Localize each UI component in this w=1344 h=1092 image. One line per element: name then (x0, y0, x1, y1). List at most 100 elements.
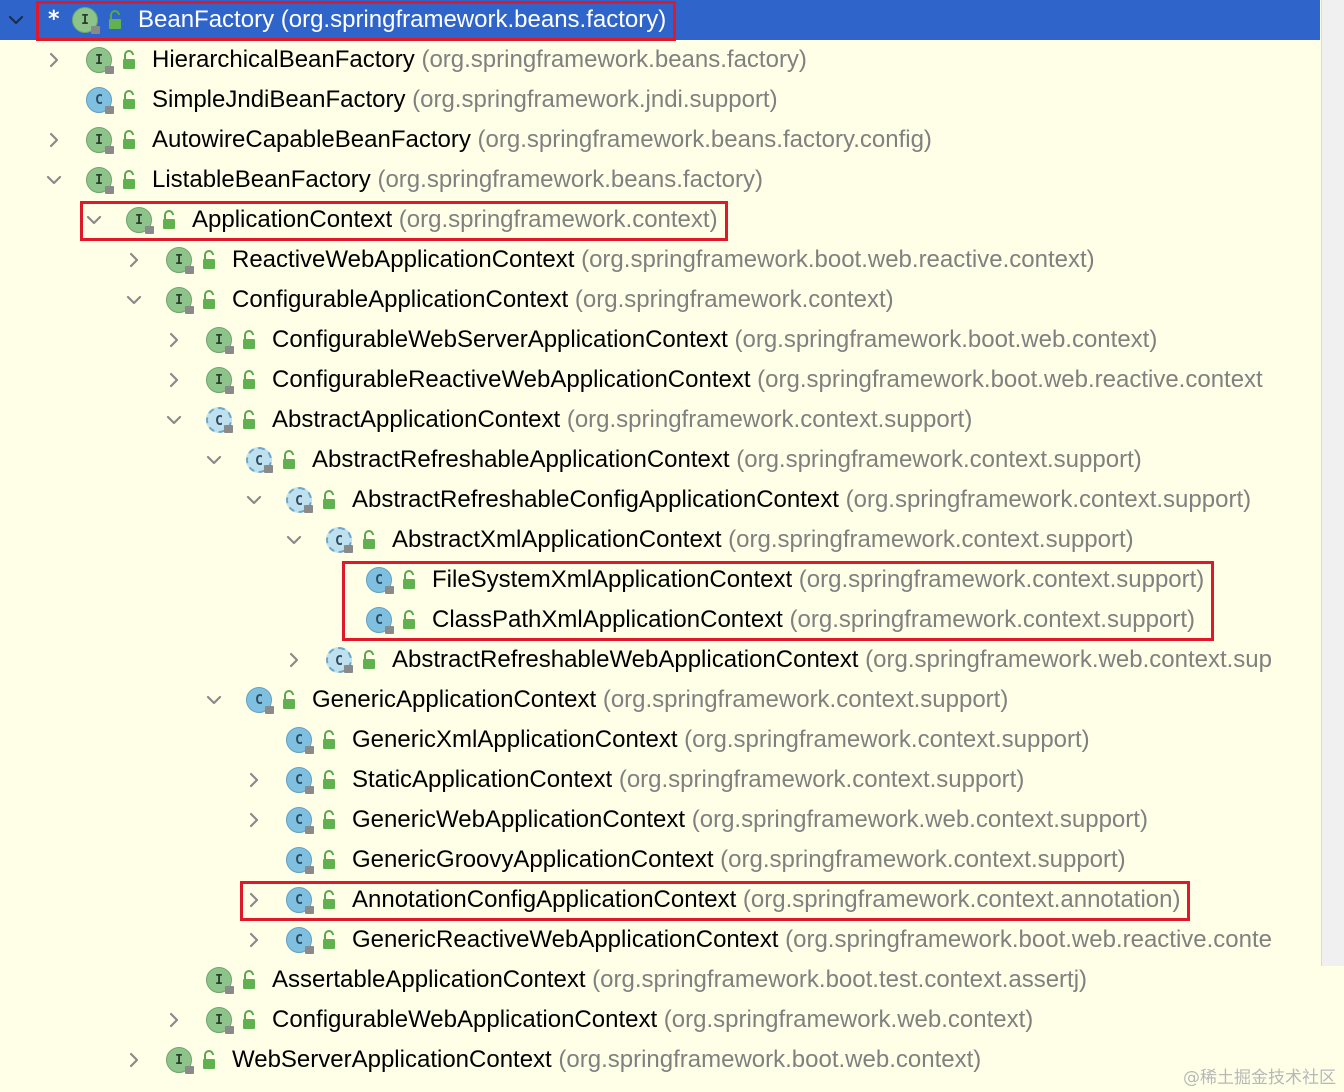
class-name: AutowireCapableBeanFactory (152, 126, 471, 153)
package-name: (org.springframework.boot.web.context) (551, 1046, 982, 1073)
public-lock-icon (162, 210, 176, 230)
chevron-right-icon[interactable] (166, 372, 182, 388)
package-name: (org.springframework.beans.factory.confi… (470, 126, 932, 153)
chevron-right-icon[interactable] (46, 132, 62, 148)
abstract-class-icon: C (206, 407, 233, 433)
package-name: (org.springframework.web.context.support… (685, 806, 1148, 833)
tree-node[interactable]: C GenericReactiveWebApplicationContext (o… (0, 920, 1320, 960)
tree-node[interactable]: C AbstractRefreshableWebApplicationContex… (0, 640, 1320, 680)
tree-node[interactable]: C GenericApplicationContext (org.springfr… (0, 680, 1320, 720)
class-name: AbstractApplicationContext (272, 406, 561, 433)
node-label: AbstractRefreshableConfigApplicationCont… (352, 480, 1251, 520)
class-icon: C (366, 567, 394, 594)
node-label: AbstractRefreshableApplicationContext (o… (312, 440, 1142, 480)
tree-node[interactable]: I ReactiveWebApplicationContext (org.spri… (0, 240, 1320, 280)
chevron-down-icon[interactable] (246, 492, 262, 508)
public-lock-icon (122, 50, 136, 70)
tree-node[interactable]: C AbstractRefreshableConfigApplicationCon… (0, 480, 1320, 520)
node-label: AbstractXmlApplicationContext (org.sprin… (392, 520, 1134, 560)
public-lock-icon (242, 410, 256, 430)
class-icon: C (246, 687, 274, 714)
tree-node[interactable]: C AbstractRefreshableApplicationContext (… (0, 440, 1320, 480)
class-name: ConfigurableReactiveWebApplicationContex… (272, 366, 751, 393)
chevron-right-icon[interactable] (246, 772, 262, 788)
package-name: (org.springframework.context.support) (792, 566, 1205, 593)
chevron-right-icon[interactable] (246, 812, 262, 828)
chevron-right-icon[interactable] (166, 332, 182, 348)
chevron-down-icon[interactable] (286, 532, 302, 548)
abstract-class-icon: C (246, 447, 273, 473)
tree-node[interactable]: C GenericWebApplicationContext (org.sprin… (0, 800, 1320, 840)
tree-node[interactable]: I AutowireCapableBeanFactory (org.springf… (0, 120, 1320, 160)
tree-node[interactable]: I ConfigurableWebServerApplicationContext… (0, 320, 1320, 360)
chevron-right-icon[interactable] (246, 892, 262, 908)
node-label: AnnotationConfigApplicationContext (org.… (352, 880, 1180, 920)
tree-node[interactable]: I ConfigurableApplicationContext (org.spr… (0, 280, 1320, 320)
chevron-down-icon[interactable] (8, 12, 24, 28)
package-name: (org.springframework.context.annotation) (736, 886, 1181, 913)
tree-node[interactable]: I ConfigurableWebApplicationContext (org.… (0, 1000, 1320, 1040)
class-name: ConfigurableApplicationContext (232, 286, 569, 313)
vertical-scrollbar[interactable] (1321, 0, 1344, 966)
tree-node[interactable]: I ConfigurableReactiveWebApplicationConte… (0, 360, 1320, 400)
tree-node[interactable]: I ListableBeanFactory (org.springframewor… (0, 160, 1320, 200)
node-label: AssertableApplicationContext (org.spring… (272, 960, 1087, 1000)
chevron-down-icon[interactable] (166, 412, 182, 428)
tree-node[interactable]: I WebServerApplicationContext (org.spring… (0, 1040, 1320, 1080)
public-lock-icon (322, 730, 336, 750)
class-name: ReactiveWebApplicationContext (232, 246, 575, 273)
chevron-down-icon[interactable] (206, 692, 222, 708)
class-icon: C (286, 927, 314, 954)
tree-node[interactable]: C GenericGroovyApplicationContext (org.sp… (0, 840, 1320, 880)
tree-node[interactable]: C GenericXmlApplicationContext (org.sprin… (0, 720, 1320, 760)
chevron-down-icon[interactable] (206, 452, 222, 468)
node-label: ConfigurableReactiveWebApplicationContex… (272, 360, 1263, 400)
class-name: AbstractRefreshableWebApplicationContext (392, 646, 859, 673)
tree-node[interactable]: C FileSystemXmlApplicationContext (org.sp… (0, 560, 1320, 600)
node-label: GenericApplicationContext (org.springfra… (312, 680, 1008, 720)
tree-node[interactable]: I ApplicationContext (org.springframework… (0, 200, 1320, 240)
class-name: ApplicationContext (192, 206, 393, 233)
class-icon: C (286, 727, 314, 754)
chevron-right-icon[interactable] (126, 1052, 142, 1068)
class-name: GenericWebApplicationContext (352, 806, 686, 833)
chevron-right-icon[interactable] (126, 252, 142, 268)
public-lock-icon (122, 170, 136, 190)
node-label: AbstractRefreshableWebApplicationContext… (392, 640, 1272, 680)
tree-node[interactable]: C AbstractXmlApplicationContext (org.spri… (0, 520, 1320, 560)
chevron-right-icon[interactable] (286, 652, 302, 668)
package-name: (org.springframework.boot.web.reactive.c… (778, 926, 1273, 953)
tree-node[interactable]: C AbstractApplicationContext (org.springf… (0, 400, 1320, 440)
chevron-down-icon[interactable] (46, 172, 62, 188)
chevron-down-icon[interactable] (126, 292, 142, 308)
tree-node[interactable]: * I BeanFactory (org.springframework.beans… (0, 0, 1320, 40)
class-icon: C (86, 87, 114, 114)
package-name: (org.springframework.context.support) (721, 526, 1134, 553)
tree-node[interactable]: I HierarchicalBeanFactory (org.springfram… (0, 40, 1320, 80)
tree-node[interactable]: C SimpleJndiBeanFactory (org.springframew… (0, 80, 1320, 120)
public-lock-icon (242, 330, 256, 350)
abstract-class-icon: C (326, 647, 353, 673)
tree-node[interactable]: C AnnotationConfigApplicationContext (org… (0, 880, 1320, 920)
class-name: AbstractXmlApplicationContext (392, 526, 722, 553)
tree-node[interactable]: I AssertableApplicationContext (org.sprin… (0, 960, 1320, 1000)
class-name: HierarchicalBeanFactory (152, 46, 415, 73)
class-name: ConfigurableWebApplicationContext (272, 1006, 658, 1033)
node-label: ApplicationContext (org.springframework.… (192, 200, 718, 240)
chevron-down-icon[interactable] (86, 212, 102, 228)
class-name: StaticApplicationContext (352, 766, 613, 793)
package-name: (org.springframework.beans.factory) (274, 6, 667, 33)
tree-node[interactable]: C ClassPathXmlApplicationContext (org.spr… (0, 600, 1320, 640)
class-name: AbstractRefreshableApplicationContext (312, 446, 730, 473)
tree-node[interactable]: C StaticApplicationContext (org.springfra… (0, 760, 1320, 800)
node-label: AbstractApplicationContext (org.springfr… (272, 400, 972, 440)
chevron-right-icon[interactable] (246, 932, 262, 948)
node-label: ConfigurableWebApplicationContext (org.s… (272, 1000, 1033, 1040)
interface-icon: I (206, 327, 234, 354)
package-name: (org.springframework.boot.web.context) (727, 326, 1158, 353)
class-name: AnnotationConfigApplicationContext (352, 886, 737, 913)
package-name: (org.springframework.beans.factory) (370, 166, 763, 193)
chevron-right-icon[interactable] (166, 1012, 182, 1028)
interface-icon: I (86, 167, 114, 194)
chevron-right-icon[interactable] (46, 52, 62, 68)
